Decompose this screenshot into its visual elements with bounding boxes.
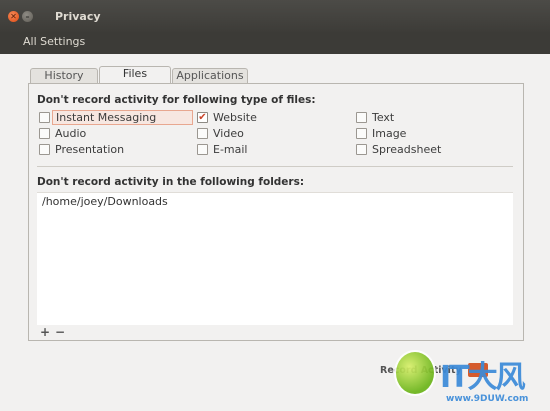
folders-list[interactable]: /home/joey/Downloads xyxy=(37,192,513,325)
checkbox-label: Image xyxy=(372,126,407,140)
checkbox-box[interactable] xyxy=(356,143,367,155)
menubar: All Settings xyxy=(0,32,550,54)
privacy-window: ✕ – Privacy All Settings History Files A… xyxy=(0,0,550,411)
checkbox-box[interactable] xyxy=(39,143,50,155)
checkbox-email[interactable]: E-mail xyxy=(197,142,248,156)
checkbox-label: Website xyxy=(213,110,257,124)
checkbox-box[interactable] xyxy=(197,143,208,155)
checkbox-instant-messaging[interactable]: Instant Messaging xyxy=(39,109,194,125)
close-icon[interactable]: ✕ xyxy=(8,11,19,22)
window-title: Privacy xyxy=(55,10,101,23)
list-item[interactable]: /home/joey/Downloads xyxy=(42,195,168,208)
checkbox-box[interactable] xyxy=(356,111,367,123)
file-types-heading: Don't record activity for following type… xyxy=(37,94,316,106)
checkbox-label: Spreadsheet xyxy=(372,142,442,156)
checkbox-box[interactable] xyxy=(39,111,50,123)
folders-heading: Don't record activity in the following f… xyxy=(37,176,305,188)
checkbox-website[interactable]: ✔ Website xyxy=(197,110,257,124)
checkbox-box[interactable]: ✔ xyxy=(197,111,208,123)
checkbox-label: Text xyxy=(372,110,395,124)
watermark-text: IT大风 xyxy=(440,360,526,395)
watermark-url: www.9DUW.com xyxy=(446,394,529,404)
checkbox-presentation[interactable]: Presentation xyxy=(39,142,124,156)
checkbox-box[interactable] xyxy=(356,127,367,139)
tab-files[interactable]: Files xyxy=(99,66,171,84)
watermark-logo: IT大风 www.9DUW.com xyxy=(388,346,548,410)
tab-history[interactable]: History xyxy=(30,68,98,83)
leaf-logo-icon xyxy=(394,350,436,396)
checkbox-label: Instant Messaging xyxy=(52,109,194,125)
divider xyxy=(37,166,513,167)
checkbox-label: Video xyxy=(213,126,244,140)
checkbox-label: Audio xyxy=(55,126,87,140)
checkbox-text[interactable]: Text xyxy=(356,110,394,124)
checkbox-spreadsheet[interactable]: Spreadsheet xyxy=(356,142,441,156)
checkbox-image[interactable]: Image xyxy=(356,126,406,140)
checkmark-icon: ✔ xyxy=(198,111,207,123)
titlebar: ✕ – Privacy xyxy=(0,0,550,32)
checkbox-label: Presentation xyxy=(55,142,125,156)
checkbox-box[interactable] xyxy=(197,127,208,139)
checkbox-label: E-mail xyxy=(213,142,248,156)
checkbox-box[interactable] xyxy=(39,127,50,139)
remove-folder-button[interactable]: − xyxy=(55,325,65,339)
checkbox-video[interactable]: Video xyxy=(197,126,244,140)
add-folder-button[interactable]: + xyxy=(40,325,50,339)
minimize-icon[interactable]: – xyxy=(22,11,33,22)
menu-all-settings[interactable]: All Settings xyxy=(23,35,85,48)
tab-applications[interactable]: Applications xyxy=(172,68,248,83)
checkbox-audio[interactable]: Audio xyxy=(39,126,86,140)
